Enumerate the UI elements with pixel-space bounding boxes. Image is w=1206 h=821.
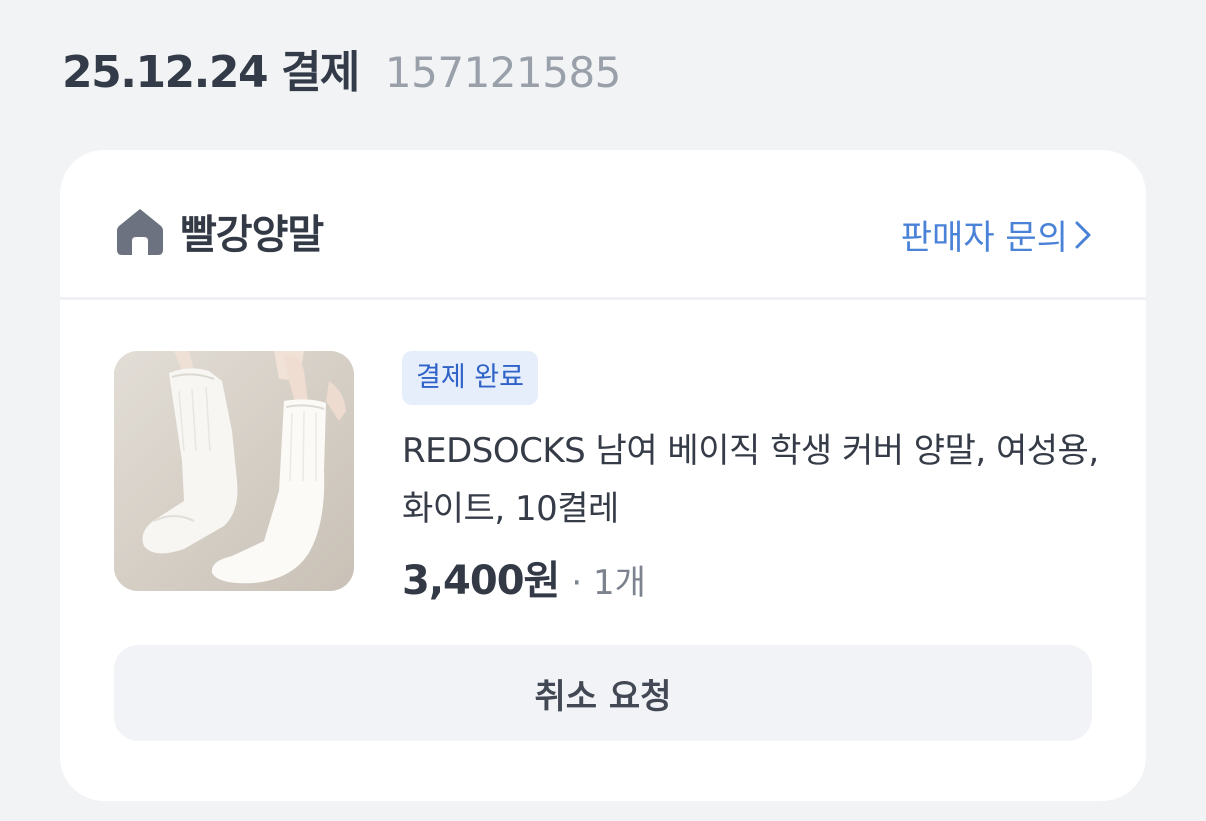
- price-row: 3,400원 · 1개: [402, 548, 646, 606]
- store-icon: [117, 209, 163, 255]
- order-card: 빨강양말 판매자 문의 결제 완료 REDSOCKS 남여 베이직 학생 커버 …: [60, 150, 1146, 801]
- order-date: 25.12.24 결제: [62, 47, 360, 98]
- white-socks-photo: [114, 351, 354, 591]
- product-quantity: · 1개: [571, 563, 646, 603]
- product-price: 3,400원: [402, 558, 560, 604]
- status-badge: 결제 완료: [402, 351, 538, 405]
- seller-inquiry-label: 판매자 문의: [900, 218, 1068, 258]
- product-name[interactable]: REDSOCKS 남여 베이직 학생 커버 양말, 여성용, 화이트, 10켤레: [402, 422, 1102, 538]
- seller-inquiry-link[interactable]: 판매자 문의: [901, 210, 1092, 259]
- seller-row: 빨강양말 판매자 문의: [60, 150, 1146, 300]
- order-header: 25.12.24 결제 157121585: [62, 36, 621, 100]
- seller-name[interactable]: 빨강양말: [180, 202, 324, 260]
- order-number: 157121585: [384, 48, 622, 97]
- chevron-right-icon: [1075, 221, 1091, 248]
- cancel-request-button[interactable]: 취소 요청: [114, 645, 1092, 741]
- product-thumbnail[interactable]: [114, 351, 354, 591]
